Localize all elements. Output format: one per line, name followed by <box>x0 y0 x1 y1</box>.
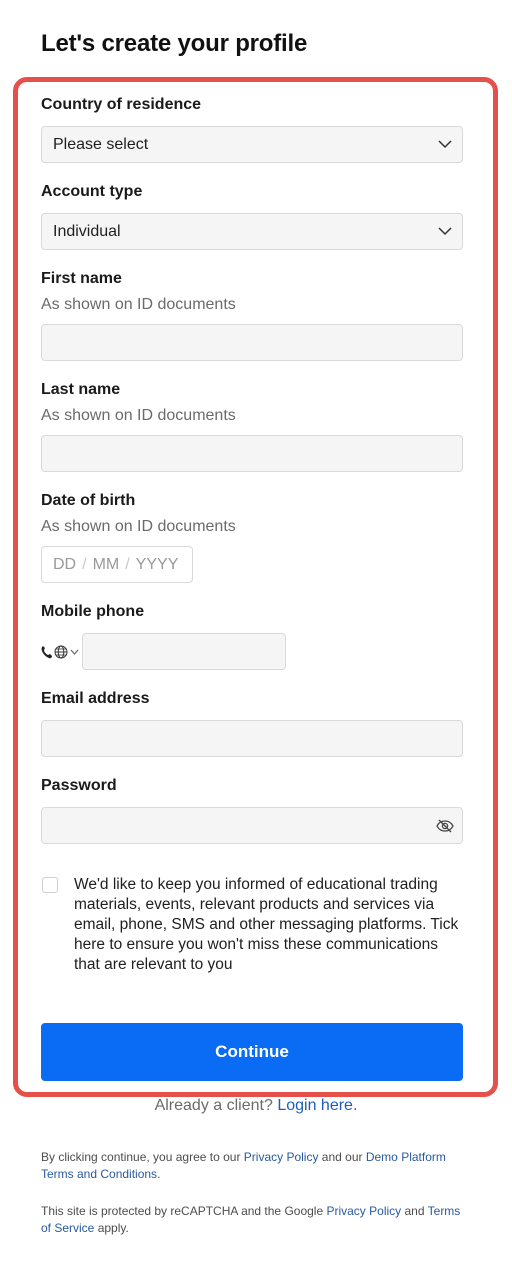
legal-text: and our <box>318 1150 366 1164</box>
chevron-down-icon <box>438 227 452 236</box>
eye-off-icon[interactable] <box>436 817 454 835</box>
legal-text: and <box>401 1204 428 1218</box>
dob-input[interactable]: DD / MM / YYYY <box>41 546 193 583</box>
legal-text: This site is protected by reCAPTCHA and … <box>41 1204 327 1218</box>
chevron-down-icon <box>438 140 452 149</box>
dob-year[interactable]: YYYY <box>136 556 179 574</box>
login-suffix: . <box>352 1097 358 1114</box>
dob-separator: / <box>125 555 130 573</box>
phone-icon <box>41 646 52 659</box>
privacy-policy-link[interactable]: Privacy Policy <box>244 1150 319 1164</box>
login-prompt-text: Already a client? <box>154 1097 273 1114</box>
dob-month[interactable]: MM <box>93 556 120 574</box>
first-name-hint: As shown on ID documents <box>41 296 236 313</box>
dob-day[interactable]: DD <box>53 556 76 574</box>
first-name-label: First name <box>41 270 122 287</box>
login-prompt: Already a client? Login here. <box>0 1097 512 1115</box>
last-name-label: Last name <box>41 381 121 398</box>
recaptcha-notice: This site is protected by reCAPTCHA and … <box>41 1203 461 1236</box>
legal-text: By clicking continue, you agree to our <box>41 1150 244 1164</box>
legal-text: apply. <box>94 1220 129 1235</box>
password-label: Password <box>41 777 117 794</box>
account-type-value: Individual <box>53 222 121 240</box>
account-type-select[interactable]: Individual <box>41 213 463 250</box>
email-label: Email address <box>41 690 150 707</box>
globe-icon <box>54 645 68 659</box>
password-input[interactable] <box>41 807 463 844</box>
country-label: Country of residence <box>41 96 202 113</box>
last-name-input[interactable] <box>41 435 463 472</box>
dob-separator: / <box>82 555 87 573</box>
dob-hint: As shown on ID documents <box>41 518 236 535</box>
google-privacy-link[interactable]: Privacy Policy <box>326 1204 401 1218</box>
consent-text: We'd like to keep you informed of educat… <box>74 876 459 973</box>
last-name-hint: As shown on ID documents <box>41 407 236 424</box>
phone-label: Mobile phone <box>41 603 145 620</box>
phone-country-picker[interactable] <box>41 642 81 662</box>
email-input[interactable] <box>41 720 463 757</box>
account-type-label: Account type <box>41 183 143 200</box>
dob-label: Date of birth <box>41 492 136 509</box>
continue-button[interactable]: Continue <box>41 1023 463 1081</box>
country-select-value: Please select <box>53 135 149 153</box>
login-link[interactable]: Login here <box>277 1097 353 1114</box>
phone-input[interactable] <box>82 633 286 670</box>
legal-text: . <box>157 1166 161 1181</box>
chevron-down-icon <box>70 649 79 655</box>
country-select[interactable]: Please select <box>41 126 463 163</box>
first-name-input[interactable] <box>41 324 463 361</box>
page-title: Let's create your profile <box>41 30 308 57</box>
consent-checkbox[interactable] <box>42 877 58 893</box>
legal-terms: By clicking continue, you agree to our P… <box>41 1149 461 1182</box>
